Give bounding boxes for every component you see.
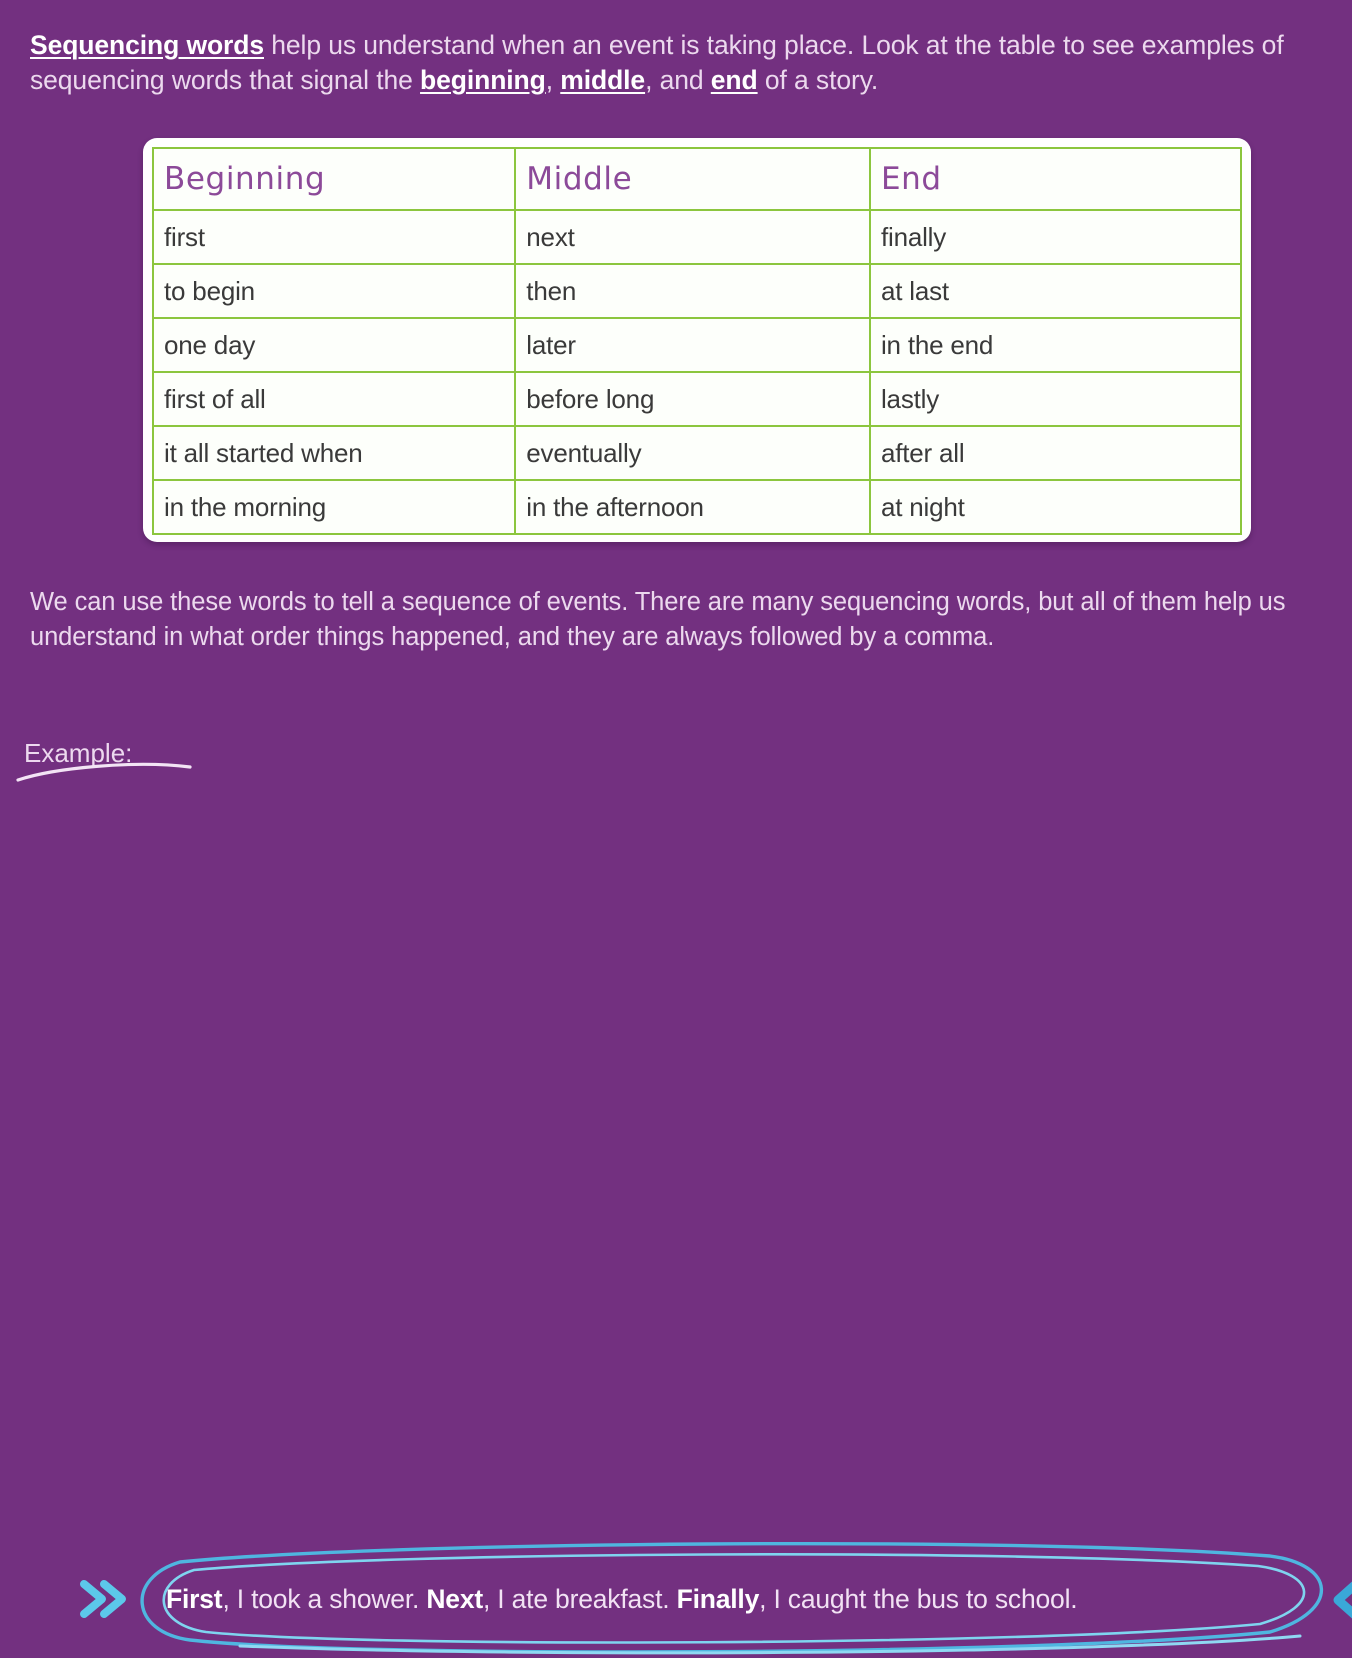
cell-end: at night: [868, 479, 1243, 535]
cell-beginning: it all started when: [151, 425, 517, 481]
table-row: first of all before long lastly: [151, 371, 1243, 427]
sequencing-word-finally: Finally: [676, 1584, 760, 1614]
example-sentence: First, I took a shower. Next, I ate brea…: [166, 1584, 1316, 1615]
table-row: it all started when eventually after all: [151, 425, 1243, 481]
intro-term-middle: middle: [560, 65, 646, 95]
intro-paragraph: Sequencing words help us understand when…: [30, 28, 1340, 98]
cell-end: finally: [868, 209, 1243, 265]
intro-lead-term: Sequencing words: [30, 30, 264, 60]
cell-end: in the end: [868, 317, 1243, 373]
example-sentence-row: First, I took a shower. Next, I ate brea…: [0, 778, 1352, 1655]
column-header-beginning: Beginning: [151, 147, 517, 211]
column-header-end: End: [868, 147, 1243, 211]
chevron-left-icon: [1333, 1581, 1352, 1619]
cell-middle: eventually: [514, 425, 871, 481]
cell-beginning: first of all: [151, 371, 517, 427]
intro-text-tail: of a story.: [757, 65, 879, 95]
cell-beginning: in the morning: [151, 479, 517, 535]
cell-middle: later: [514, 317, 871, 373]
table-row: one day later in the end: [151, 317, 1243, 373]
example-clause-1: , I took a shower.: [222, 1584, 427, 1614]
column-header-middle: Middle: [514, 147, 871, 211]
table-row: first next finally: [151, 209, 1243, 265]
cell-middle: then: [514, 263, 871, 319]
cell-end: lastly: [868, 371, 1243, 427]
table-row: to begin then at last: [151, 263, 1243, 319]
intro-sep2: , and: [645, 65, 711, 95]
example-label: Example:: [24, 738, 133, 768]
sequencing-word-first: First: [166, 1584, 223, 1614]
sequencing-words-table: Beginning Middle End first next finally …: [151, 147, 1243, 535]
double-chevron-right-icon: [80, 1580, 126, 1618]
explanation-paragraph: We can use these words to tell a sequenc…: [30, 588, 1286, 651]
cell-end: at last: [868, 263, 1243, 319]
example-clause-2: , I ate breakfast.: [482, 1584, 677, 1614]
cell-middle: in the afternoon: [514, 479, 871, 535]
intro-term-end: end: [710, 65, 758, 95]
intro-sep1: ,: [545, 65, 561, 95]
cell-beginning: first: [151, 209, 517, 265]
sequencing-word-next: Next: [426, 1584, 483, 1614]
example-clause-3: , I caught the bus to school.: [759, 1584, 1078, 1614]
sequencing-words-table-frame: Beginning Middle End first next finally …: [143, 138, 1251, 542]
cell-end: after all: [868, 425, 1243, 481]
cell-beginning: one day: [151, 317, 517, 373]
table-row: in the morning in the afternoon at night: [151, 479, 1243, 535]
cell-middle: before long: [514, 371, 871, 427]
table-header-row: Beginning Middle End: [151, 147, 1243, 211]
intro-term-beginning: beginning: [420, 65, 546, 95]
cell-beginning: to begin: [151, 263, 517, 319]
cell-middle: next: [514, 209, 871, 265]
